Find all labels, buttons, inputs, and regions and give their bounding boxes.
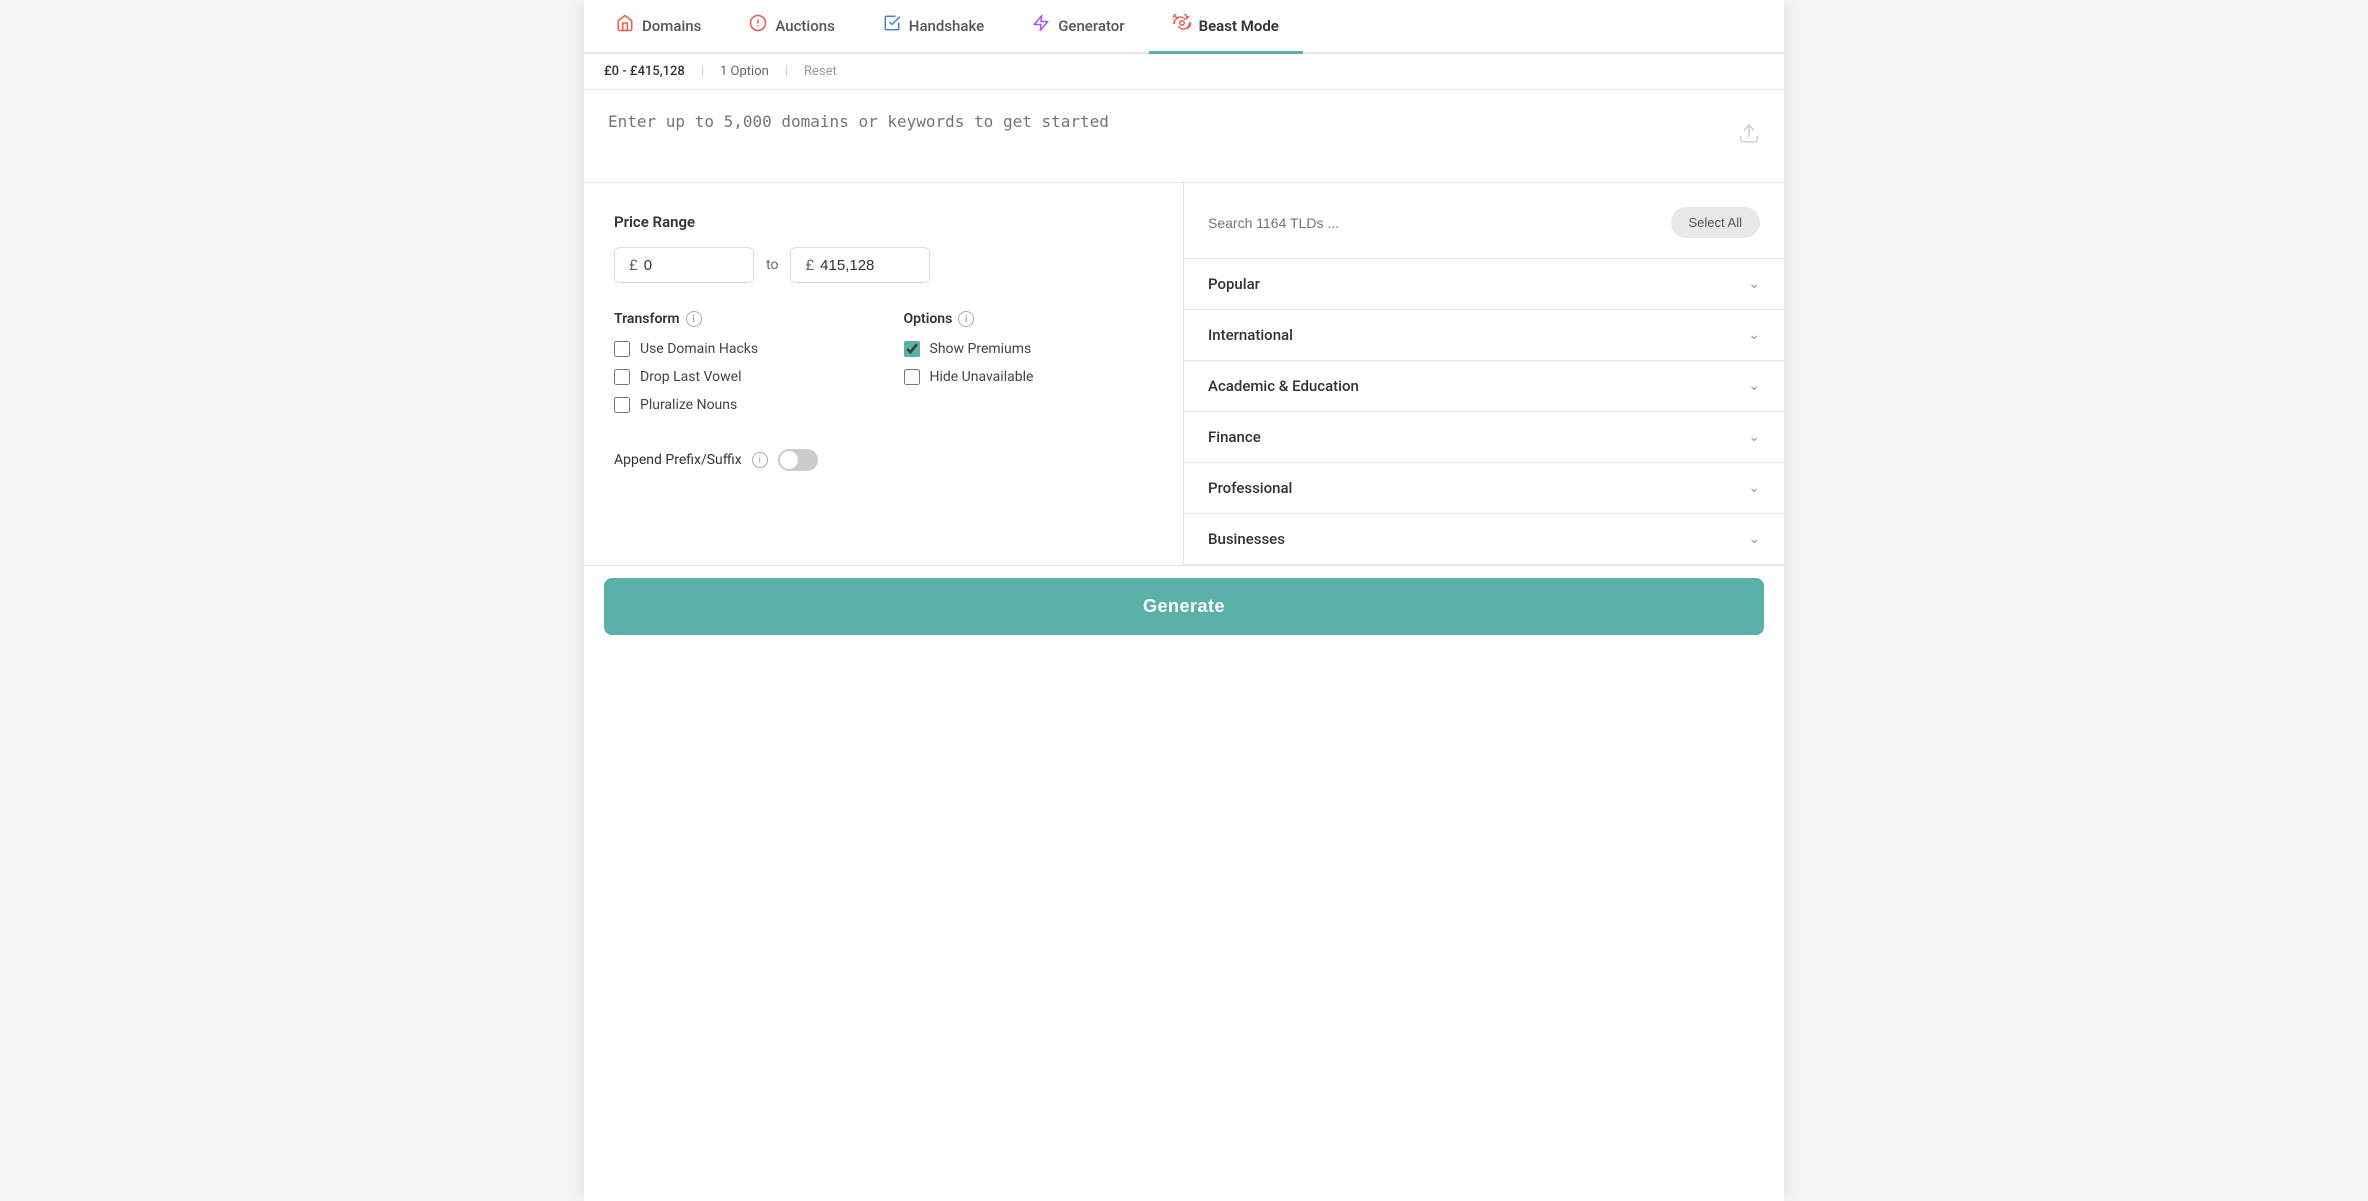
tld-category-popular-header[interactable]: Popular ⌄ [1184, 259, 1784, 309]
append-label: Append Prefix/Suffix [614, 452, 742, 468]
checkbox-show-premiums-label: Show Premiums [930, 341, 1032, 357]
options-info-icon[interactable]: i [958, 311, 974, 327]
auctions-icon [749, 14, 767, 37]
price-range-label: Price Range [614, 213, 1153, 231]
generate-section: Generate [584, 566, 1784, 647]
tld-category-businesses-label: Businesses [1208, 530, 1285, 548]
tld-category-finance-header[interactable]: Finance ⌄ [1184, 412, 1784, 462]
select-all-button[interactable]: Select All [1671, 207, 1760, 238]
left-panel: Price Range £ to £ Transform i [584, 183, 1184, 565]
price-inputs: £ to £ [614, 247, 1153, 283]
checkbox-domain-hacks-input[interactable] [614, 341, 630, 357]
filter-option-count: 1 Option [720, 64, 769, 79]
price-max-input[interactable] [820, 257, 900, 274]
checkbox-drop-vowel-input[interactable] [614, 369, 630, 385]
tab-bar: Domains Auctions Handshake [584, 0, 1784, 54]
checkbox-hide-unavailable-input[interactable] [904, 369, 920, 385]
chevron-finance-icon: ⌄ [1748, 429, 1760, 445]
upload-icon[interactable] [1738, 123, 1760, 150]
transform-label: Transform [614, 311, 680, 327]
tab-auctions-label: Auctions [775, 17, 834, 35]
options-col: Options i Show Premiums Hide Unavailable [904, 311, 1154, 425]
tld-search-row: Select All [1184, 207, 1784, 259]
tld-category-academic-header[interactable]: Academic & Education ⌄ [1184, 361, 1784, 411]
checkbox-show-premiums-input[interactable] [904, 341, 920, 357]
main-content: Price Range £ to £ Transform i [584, 183, 1784, 566]
price-max-wrapper: £ [790, 247, 930, 283]
handshake-icon [883, 14, 901, 37]
checkbox-domain-hacks[interactable]: Use Domain Hacks [614, 341, 864, 357]
right-panel: Select All Popular ⌄ International ⌄ [1184, 183, 1784, 565]
options-header: Options i [904, 311, 1154, 327]
chevron-academic-icon: ⌄ [1748, 378, 1760, 394]
checkbox-domain-hacks-label: Use Domain Hacks [640, 341, 758, 357]
price-to-label: to [766, 257, 778, 273]
tld-category-popular-label: Popular [1208, 275, 1260, 293]
tld-category-academic-label: Academic & Education [1208, 377, 1359, 395]
tld-categories: Popular ⌄ International ⌄ Academic & Edu… [1184, 259, 1784, 565]
beast-mode-icon [1173, 14, 1191, 37]
tab-handshake[interactable]: Handshake [859, 0, 1008, 54]
filter-reset[interactable]: Reset [804, 64, 837, 79]
tld-category-international-header[interactable]: International ⌄ [1184, 310, 1784, 360]
tld-category-academic: Academic & Education ⌄ [1184, 361, 1784, 412]
checkbox-drop-vowel[interactable]: Drop Last Vowel [614, 369, 864, 385]
checkbox-drop-vowel-label: Drop Last Vowel [640, 369, 741, 385]
chevron-professional-icon: ⌄ [1748, 480, 1760, 496]
tab-domains-label: Domains [642, 17, 701, 35]
price-min-symbol: £ [629, 256, 638, 274]
chevron-international-icon: ⌄ [1748, 327, 1760, 343]
generator-icon [1032, 14, 1050, 37]
tab-generator-label: Generator [1058, 17, 1124, 35]
checkbox-show-premiums[interactable]: Show Premiums [904, 341, 1154, 357]
checkbox-hide-unavailable[interactable]: Hide Unavailable [904, 369, 1154, 385]
search-input[interactable] [608, 110, 1760, 158]
transform-info-icon[interactable]: i [686, 311, 702, 327]
tld-category-international-label: International [1208, 326, 1293, 344]
tld-search-input[interactable] [1208, 215, 1659, 231]
tab-beast-mode[interactable]: Beast Mode [1149, 0, 1303, 54]
search-area [584, 90, 1784, 183]
domains-icon [616, 14, 634, 37]
checkbox-pluralize-label: Pluralize Nouns [640, 397, 737, 413]
filter-price-range: £0 - £415,128 [604, 64, 685, 79]
chevron-popular-icon: ⌄ [1748, 276, 1760, 292]
tld-category-finance-label: Finance [1208, 428, 1261, 446]
checkbox-hide-unavailable-label: Hide Unavailable [930, 369, 1034, 385]
tld-category-businesses-header[interactable]: Businesses ⌄ [1184, 514, 1784, 564]
app-container: Domains Auctions Handshake [584, 0, 1784, 1201]
checkbox-pluralize-input[interactable] [614, 397, 630, 413]
generate-button[interactable]: Generate [604, 578, 1764, 635]
append-toggle[interactable] [778, 449, 818, 471]
filter-divider-2: | [785, 64, 788, 79]
tld-category-professional-header[interactable]: Professional ⌄ [1184, 463, 1784, 513]
filter-bar: £0 - £415,128 | 1 Option | Reset [584, 54, 1784, 90]
checkbox-pluralize[interactable]: Pluralize Nouns [614, 397, 864, 413]
tab-domains[interactable]: Domains [592, 0, 725, 54]
tld-category-popular: Popular ⌄ [1184, 259, 1784, 310]
transform-col: Transform i Use Domain Hacks Drop Last V… [614, 311, 864, 425]
tld-category-professional: Professional ⌄ [1184, 463, 1784, 514]
append-info-icon[interactable]: i [752, 452, 768, 468]
price-min-wrapper: £ [614, 247, 754, 283]
options-row: Transform i Use Domain Hacks Drop Last V… [614, 311, 1153, 425]
filter-divider-1: | [701, 64, 704, 79]
chevron-businesses-icon: ⌄ [1748, 531, 1760, 547]
tld-category-finance: Finance ⌄ [1184, 412, 1784, 463]
tld-category-professional-label: Professional [1208, 479, 1292, 497]
tab-auctions[interactable]: Auctions [725, 0, 858, 54]
options-label: Options [904, 311, 953, 327]
price-max-symbol: £ [805, 256, 814, 274]
tab-handshake-label: Handshake [909, 17, 984, 35]
price-min-input[interactable] [644, 257, 724, 274]
transform-header: Transform i [614, 311, 864, 327]
tab-generator[interactable]: Generator [1008, 0, 1148, 54]
tld-category-international: International ⌄ [1184, 310, 1784, 361]
tab-beast-mode-label: Beast Mode [1199, 17, 1279, 35]
tld-category-businesses: Businesses ⌄ [1184, 514, 1784, 565]
append-row: Append Prefix/Suffix i [614, 449, 1153, 471]
toggle-slider [778, 449, 818, 471]
